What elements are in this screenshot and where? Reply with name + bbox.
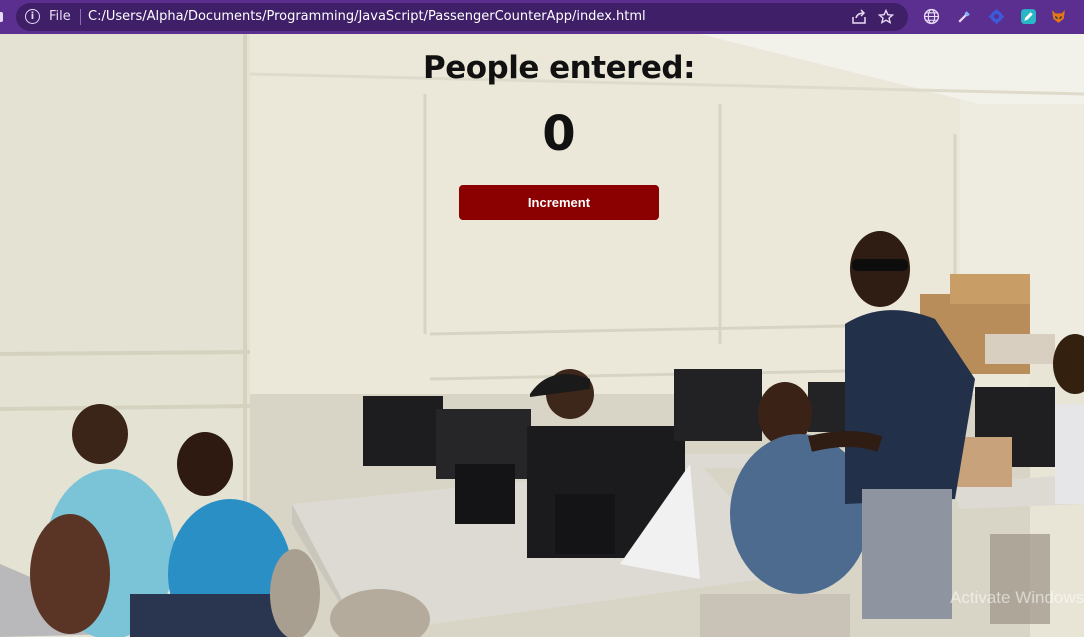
browser-toolbar: i File C:/Users/Alpha/Documents/Programm… (0, 0, 1084, 34)
star-icon[interactable] (878, 9, 894, 25)
windows-activation-watermark: Activate Windows (950, 588, 1084, 607)
pen-extension-icon[interactable] (1020, 8, 1037, 25)
count-display: 0 (542, 106, 576, 162)
address-bar[interactable]: i File C:/Users/Alpha/Documents/Programm… (16, 3, 908, 31)
tab-edge (0, 12, 3, 22)
share-icon[interactable] (851, 9, 867, 25)
page-title: People entered: (422, 50, 696, 86)
fox-extension-icon[interactable] (1050, 8, 1067, 25)
address-divider (80, 9, 81, 25)
info-icon[interactable]: i (25, 9, 40, 24)
globe-extension-icon[interactable] (923, 8, 940, 25)
increment-button[interactable]: Increment (459, 185, 659, 220)
color-picker-extension-icon[interactable] (956, 8, 973, 25)
url-text[interactable]: C:/Users/Alpha/Documents/Programming/Jav… (88, 9, 646, 24)
scheme-label: File (49, 9, 71, 24)
page-viewport: People entered: 0 Increment (0, 34, 1084, 637)
gear-extension-icon[interactable] (988, 8, 1005, 25)
